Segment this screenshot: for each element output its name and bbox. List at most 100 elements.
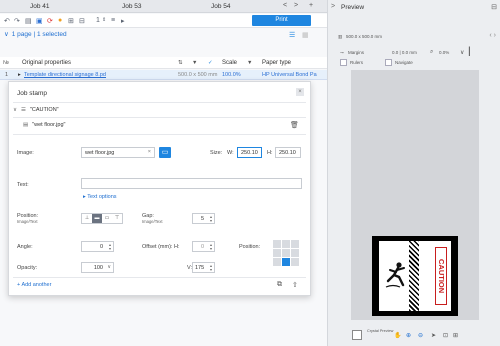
position-right-option[interactable]: ▭: [102, 214, 112, 223]
filter-icon-scale[interactable]: ▼: [247, 60, 252, 66]
tab-job-41[interactable]: Job 41: [30, 3, 50, 10]
height-field[interactable]: 250.10: [275, 147, 301, 158]
image-file-value: wet floor.jpg: [85, 150, 115, 156]
copies-stepper[interactable]: 1: [96, 17, 100, 24]
anchor-cell[interactable]: [273, 249, 281, 257]
export-icon[interactable]: ⇧: [292, 281, 298, 289]
stepper-arrows-icon[interactable]: ▴ ▾: [210, 264, 212, 272]
navigate-checkbox[interactable]: [385, 59, 392, 66]
chevron-down-icon[interactable]: ∨: [13, 107, 17, 113]
anchor-cell[interactable]: [273, 240, 281, 248]
layers-icon[interactable]: ⧉: [277, 281, 282, 289]
zoom-in-icon[interactable]: ⊕: [406, 332, 411, 339]
anchor-cell-selected[interactable]: [282, 258, 290, 266]
tab-add-button[interactable]: +: [309, 2, 313, 9]
forward-icon[interactable]: ▸: [121, 17, 125, 25]
search-icon[interactable]: ⌕: [430, 49, 433, 56]
offset-v-stepper[interactable]: 175 ▴ ▾: [192, 262, 215, 273]
chevron-down-icon[interactable]: ∨: [460, 49, 464, 56]
stamp-icon[interactable]: ●: [58, 17, 62, 24]
page-selection-label: 1 page | 1 selected: [11, 31, 67, 38]
image-file-field[interactable]: wet floor.jpg ×: [81, 147, 155, 158]
anchor-cell[interactable]: [273, 258, 281, 266]
stamp-item-image[interactable]: ▤ "wet floor.jpg": [23, 122, 65, 128]
add-another-label: Add another: [21, 282, 52, 288]
select-arrow-icon[interactable]: ➤: [431, 332, 436, 339]
clear-icon[interactable]: ×: [148, 149, 151, 155]
trash-icon[interactable]: 🗑: [290, 121, 299, 129]
collapse-chevron-icon[interactable]: >: [331, 3, 335, 10]
preview-nav-arrows-icon[interactable]: ‹ ›: [489, 32, 496, 39]
stepper-arrows-icon[interactable]: ▴ ▾: [210, 215, 212, 223]
filter-icon[interactable]: ▼: [192, 60, 197, 66]
position-center-option[interactable]: ▬: [92, 214, 102, 223]
row-expand-icon[interactable]: ▸: [18, 72, 21, 78]
crystal-preview-label: Crystal Preview: [367, 329, 394, 333]
anchor-cell[interactable]: [282, 249, 290, 257]
page-selection[interactable]: ∨ 1 page | 1 selected: [4, 30, 67, 41]
close-icon[interactable]: ×: [296, 88, 304, 96]
stamp-image-label: "wet floor.jpg": [32, 122, 66, 128]
position-left-option[interactable]: ⊥: [82, 214, 92, 223]
nest-icon[interactable]: ⊞: [68, 17, 74, 25]
undo-icon[interactable]: ↶: [4, 17, 10, 25]
browse-button[interactable]: ▭: [159, 147, 171, 158]
text-options-link[interactable]: ▸ Text options: [83, 194, 117, 200]
preview-page: CAUTION: [372, 236, 458, 316]
chevron-down-icon[interactable]: ∨: [107, 265, 111, 270]
gap-sublabel: Image/Text: [142, 219, 163, 224]
job-stamp-dialog: Job stamp × ∨ ☰ "CAUTION" ▤ "wet floor.jpg"…: [8, 81, 311, 296]
redo-icon[interactable]: ↷: [14, 17, 20, 25]
fit-width-icon[interactable]: ⊞: [453, 332, 458, 339]
image-stamp-icon: ▤: [23, 122, 29, 128]
document-icon[interactable]: ▣: [36, 17, 43, 25]
tab-job-54[interactable]: Job 54: [211, 3, 231, 10]
position-segmented-control[interactable]: ⊥ ▬ ▭ ⊤: [81, 213, 123, 224]
angle-label: Angle:: [17, 244, 33, 250]
anchor-cell[interactable]: [291, 240, 299, 248]
text-stamp-icon: ☰: [21, 107, 26, 113]
zoom-out-icon[interactable]: ⊖: [418, 332, 423, 339]
column-scale[interactable]: Scale: [222, 60, 237, 66]
rulers-checkbox[interactable]: [340, 59, 347, 66]
sort-icon[interactable]: ⇅: [178, 60, 183, 66]
grid-view-icon[interactable]: ▦: [302, 31, 309, 39]
print-button[interactable]: Print: [252, 15, 311, 26]
pan-hand-icon[interactable]: ✋: [394, 332, 401, 339]
anchor-cell[interactable]: [291, 258, 299, 266]
column-original-properties[interactable]: Original properties: [22, 60, 71, 66]
crystal-preview-toggle[interactable]: [352, 330, 362, 340]
fit-page-icon[interactable]: ⊡: [443, 332, 448, 339]
copies-icon[interactable]: ⊟: [79, 17, 85, 25]
tab-prev-button[interactable]: <: [283, 2, 287, 9]
preview-canvas[interactable]: CAUTION: [351, 70, 479, 320]
tab-job-53[interactable]: Job 53: [122, 3, 142, 10]
angle-stepper[interactable]: 0 ▴ ▾: [81, 241, 114, 252]
gap-stepper[interactable]: 5 ▴ ▾: [192, 213, 215, 224]
stepper-arrows-icon[interactable]: ⇕: [102, 17, 106, 23]
stepper-arrows-icon[interactable]: ▴ ▾: [210, 243, 212, 251]
width-field[interactable]: 250.10: [237, 147, 262, 158]
rotate-icon[interactable]: ⟳: [47, 17, 53, 25]
list-view-icon[interactable]: ☰: [289, 31, 295, 39]
anchor-position-grid[interactable]: [273, 240, 299, 266]
table-row[interactable]: 1 ▸ Template directional signage 8.pdf 5…: [0, 70, 327, 80]
offset-h-stepper[interactable]: 0 ▴ ▾: [192, 241, 215, 252]
divider: [13, 117, 306, 118]
column-paper-type[interactable]: Paper type: [262, 60, 291, 66]
stamp-text-label: "CAUTION": [29, 107, 59, 113]
print-queue-icon[interactable]: ▤: [25, 17, 32, 25]
expand-icon[interactable]: ⊟: [491, 3, 497, 11]
anchor-cell[interactable]: [282, 240, 290, 248]
offset-h-label: Offset (mm): H:: [142, 244, 180, 250]
stamp-text-field[interactable]: [81, 178, 302, 189]
tab-next-button[interactable]: >: [294, 2, 298, 9]
stamp-item-text[interactable]: ∨ ☰ "CAUTION": [13, 107, 59, 113]
list-icon[interactable]: ≡: [111, 17, 115, 24]
stepper-arrows-icon[interactable]: ▴ ▾: [109, 243, 111, 251]
add-another-link[interactable]: + Add another: [17, 282, 51, 288]
position-top-option[interactable]: ⊤: [112, 214, 122, 223]
anchor-cell[interactable]: [291, 249, 299, 257]
opacity-select[interactable]: 100 ∨: [81, 262, 114, 273]
size-label: Size:: [210, 150, 223, 156]
